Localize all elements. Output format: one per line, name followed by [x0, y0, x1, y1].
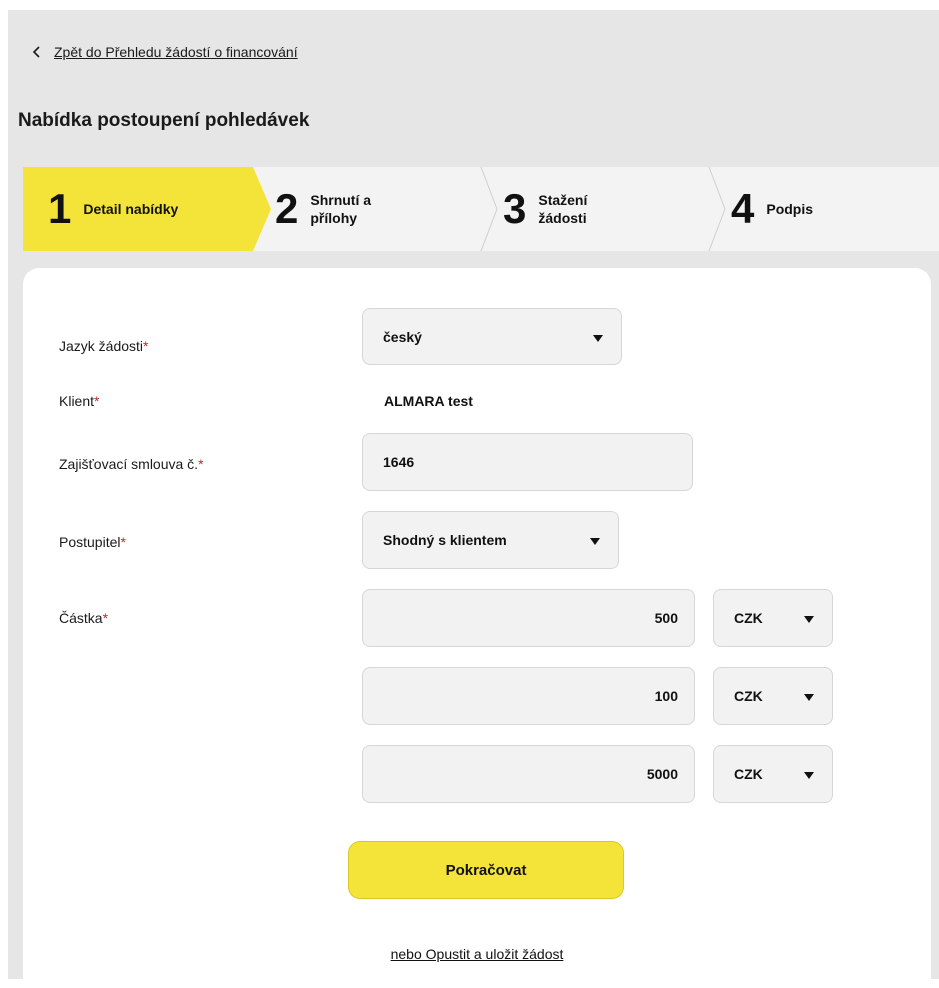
form-card: Jazyk žádosti* český Klient* ALMARA test… — [23, 268, 931, 988]
page-background: Zpět do Přehledu žádostí o financování N… — [8, 10, 939, 988]
step-2[interactable]: 2 Shrnutí a přílohy — [275, 167, 371, 251]
step-3[interactable]: 3 Stažení žádosti — [503, 167, 587, 251]
assignor-label-text: Postupitel — [59, 534, 121, 550]
step-separator — [480, 167, 498, 251]
amount-input-value: 100 — [654, 688, 678, 704]
step-1[interactable]: 1 Detail nabídky — [48, 167, 178, 251]
assignor-label: Postupitel* — [59, 534, 126, 550]
client-label-text: Klient — [59, 393, 95, 409]
assignor-select[interactable]: Shodný s klientem — [362, 511, 619, 569]
step-4-number: 4 — [731, 185, 755, 232]
language-select[interactable]: český — [362, 308, 622, 365]
contract-input[interactable]: 1646 — [362, 433, 693, 491]
contract-input-value: 1646 — [383, 454, 415, 470]
back-link[interactable]: Zpět do Přehledu žádostí o financování — [32, 44, 298, 60]
amount-input[interactable]: 5000 — [362, 745, 695, 803]
chevron-left-icon — [32, 46, 40, 58]
step-3-label: Stažení žádosti — [538, 192, 588, 226]
required-mark: * — [198, 456, 204, 472]
amount-input-value: 500 — [654, 610, 678, 626]
amount-input[interactable]: 100 — [362, 667, 695, 725]
stepper: 1 Detail nabídky 2 Shrnutí a přílohy 3 S… — [23, 167, 939, 251]
step-3-number: 3 — [503, 185, 527, 232]
caret-down-icon — [804, 616, 814, 623]
language-select-value: český — [383, 328, 422, 345]
caret-down-icon — [804, 772, 814, 779]
step-4[interactable]: 4 Podpis — [731, 167, 813, 251]
required-mark: * — [102, 610, 109, 626]
contract-label: Zajišťovací smlouva č.* — [59, 456, 204, 472]
currency-select[interactable]: CZK — [713, 667, 833, 725]
language-label-text: Jazyk žádosti — [59, 338, 144, 354]
assignor-select-value: Shodný s klientem — [383, 532, 507, 548]
save-exit-link[interactable]: nebo Opustit a uložit žádost — [391, 946, 564, 962]
step-2-number: 2 — [275, 185, 299, 232]
caret-down-icon — [593, 334, 603, 342]
required-mark: * — [94, 393, 100, 409]
contract-label-text: Zajišťovací smlouva č. — [59, 456, 199, 472]
language-label: Jazyk žádosti* — [59, 338, 149, 354]
required-mark: * — [120, 534, 126, 550]
step-2-label: Shrnutí a přílohy — [310, 192, 372, 226]
currency-select-value: CZK — [734, 688, 763, 704]
amount-label: Částka* — [59, 610, 108, 626]
currency-select[interactable]: CZK — [713, 589, 833, 647]
client-value: ALMARA test — [384, 393, 473, 409]
save-exit-link-row: nebo Opustit a uložit žádost — [23, 946, 931, 962]
caret-down-icon — [590, 538, 600, 545]
currency-select[interactable]: CZK — [713, 745, 833, 803]
continue-button[interactable]: Pokračovat — [348, 841, 624, 899]
step-1-label: Detail nabídky — [83, 201, 179, 217]
step-separator — [708, 167, 726, 251]
back-link-label: Zpět do Přehledu žádostí o financování — [54, 44, 298, 60]
step-1-number: 1 — [48, 185, 72, 232]
required-mark: * — [143, 338, 149, 354]
currency-select-value: CZK — [734, 610, 763, 626]
caret-down-icon — [804, 694, 814, 701]
amount-label-text: Částka — [59, 610, 103, 626]
step-4-label: Podpis — [766, 201, 814, 217]
amount-input-value: 5000 — [646, 766, 678, 782]
page-title: Nabídka postoupení pohledávek — [18, 110, 310, 131]
client-label: Klient* — [59, 393, 99, 409]
amount-input[interactable]: 500 — [362, 589, 695, 647]
currency-select-value: CZK — [734, 766, 763, 782]
